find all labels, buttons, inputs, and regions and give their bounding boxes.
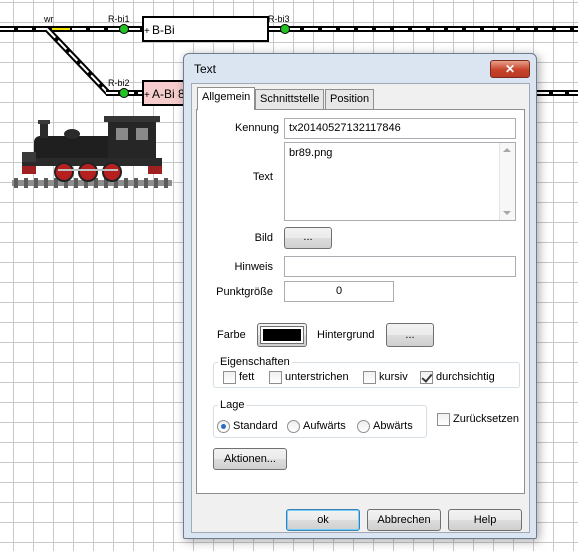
unterstrichen-checkbox[interactable]: unterstrichen (269, 371, 349, 385)
block-a-bi-plus: + (144, 90, 150, 101)
text-area-scrollbar[interactable] (499, 143, 515, 220)
tab-position[interactable]: Position (325, 89, 375, 109)
sensor-bi1-label: R-bi1 (108, 14, 130, 24)
abbrechen-button[interactable]: Abbrechen (367, 509, 441, 531)
eigenschaften-legend: Eigenschaften (220, 356, 290, 368)
tab-allgemein[interactable]: Allgemein (197, 87, 256, 110)
fett-checkbox-box[interactable] (223, 371, 236, 384)
zuruecksetzen-checkbox-label: Zurücksetzen (453, 413, 520, 425)
bild-label: Bild (254, 232, 273, 244)
sensor-bi1-indicator[interactable] (119, 24, 129, 34)
farbe-color-button[interactable] (257, 323, 307, 347)
hintergrund-label: Hintergrund (317, 329, 375, 341)
steam-locomotive-image[interactable] (12, 112, 172, 190)
text-label: Text (252, 171, 273, 183)
sensor-bi3-indicator[interactable] (280, 24, 290, 34)
dialog-titlebar[interactable]: Text ✕ (184, 54, 536, 82)
lage-legend: Lage (220, 399, 245, 411)
kursiv-checkbox-label: kursiv (379, 371, 408, 383)
lage-standard-radio[interactable]: Standard (217, 420, 278, 434)
lage-aufwaerts-radio-dot[interactable] (287, 420, 300, 433)
aktionen-button[interactable]: Aktionen... (213, 448, 287, 470)
durchsichtig-checkbox-box[interactable] (420, 371, 433, 384)
lage-aufwaerts-label: Aufwärts (303, 420, 346, 432)
help-button[interactable]: Help (448, 509, 522, 531)
lage-aufwaerts-radio[interactable]: Aufwärts (287, 420, 346, 434)
lage-abwaerts-label: Abwärts (373, 420, 413, 432)
kursiv-checkbox-box[interactable] (363, 371, 376, 384)
dialog-client-area: Allgemein Schnittstelle Position Kennung… (191, 83, 530, 533)
durchsichtig-checkbox-label: durchsichtig (436, 371, 495, 383)
kursiv-checkbox[interactable]: kursiv (363, 371, 408, 385)
block-b-bi-label: B-Bi (152, 23, 175, 37)
block-a-bi-label: A-Bi 8 (152, 87, 185, 101)
sensor-bi3-label: R-bi3 (268, 14, 290, 24)
scroll-down-icon[interactable] (503, 211, 511, 215)
fett-checkbox-label: fett (239, 371, 255, 383)
tab-schnittstelle[interactable]: Schnittstelle (255, 89, 325, 109)
punktgroesse-field[interactable]: 0 (284, 281, 394, 302)
bild-browse-button[interactable]: ... (284, 227, 332, 249)
hinweis-label: Hinweis (234, 261, 273, 273)
close-button[interactable]: ✕ (490, 60, 530, 78)
block-b-bi-plus: + (144, 26, 150, 37)
sensor-bi2-indicator[interactable] (119, 88, 129, 98)
lage-abwaerts-radio[interactable]: Abwärts (357, 420, 413, 434)
hinweis-field[interactable] (284, 256, 516, 277)
zuruecksetzen-checkbox-box[interactable] (437, 413, 450, 426)
farbe-label: Farbe (217, 329, 246, 341)
lage-standard-label: Standard (233, 420, 278, 432)
fett-checkbox[interactable]: fett (223, 371, 254, 385)
unterstrichen-checkbox-label: unterstrichen (285, 371, 349, 383)
lage-abwaerts-radio-dot[interactable] (357, 420, 370, 433)
sensor-bi2-label: R-bi2 (108, 78, 130, 88)
text-area[interactable]: br89.png (284, 142, 516, 221)
durchsichtig-checkbox[interactable]: durchsichtig (420, 371, 495, 385)
scroll-up-icon[interactable] (503, 148, 511, 152)
ok-button[interactable]: ok (286, 509, 360, 531)
hintergrund-color-button[interactable]: ... (386, 323, 434, 347)
dialog-title: Text (194, 62, 217, 76)
zuruecksetzen-checkbox[interactable]: Zurücksetzen (437, 413, 519, 427)
close-icon: ✕ (504, 62, 516, 76)
tab-panel-allgemein: Kennung tx20140527132117846 Text br89.pn… (196, 109, 525, 494)
kennung-label: Kennung (234, 122, 279, 134)
kennung-field[interactable]: tx20140527132117846 (284, 118, 516, 139)
punktgroesse-label: Punktgröße (216, 286, 273, 298)
lage-standard-radio-dot[interactable] (217, 420, 230, 433)
text-area-value: br89.png (289, 147, 333, 159)
farbe-color-swatch (260, 326, 304, 344)
text-properties-dialog: Text ✕ Allgemein Schnittstelle Position … (183, 53, 537, 539)
unterstrichen-checkbox-box[interactable] (269, 371, 282, 384)
switch-label: wr (44, 14, 54, 24)
block-b-bi[interactable]: B-Bi + (142, 16, 269, 42)
